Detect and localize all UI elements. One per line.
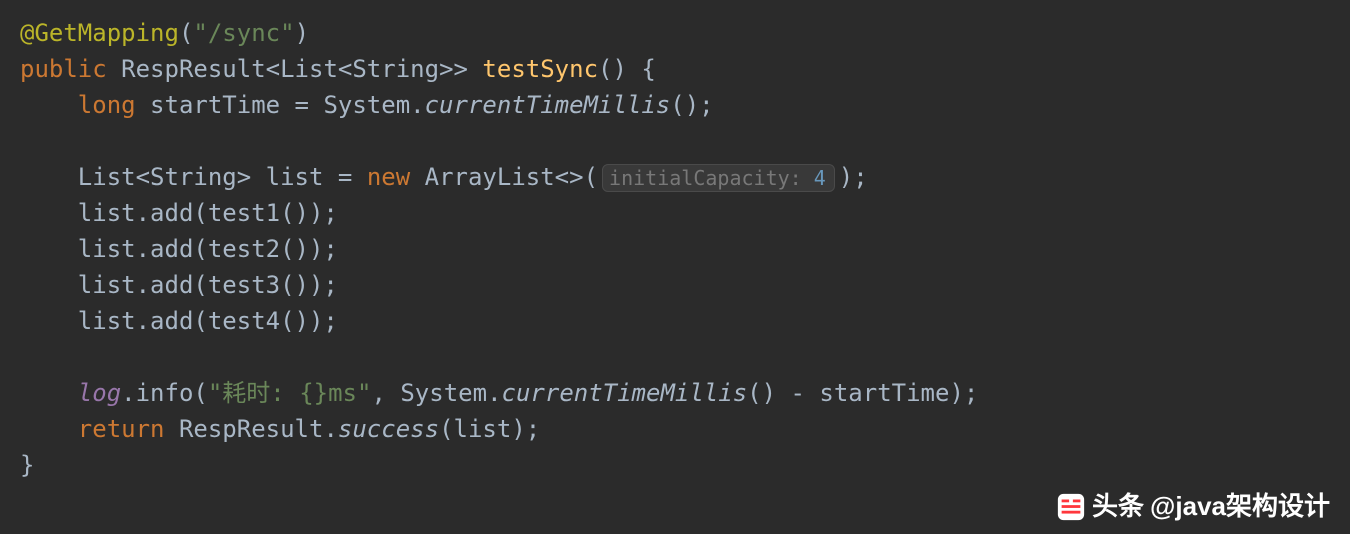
annotation-value: "/sync" <box>193 19 294 47</box>
code-line-list-decl: List<String> list = new ArrayList<>(init… <box>20 159 1330 195</box>
log-field: log <box>78 379 121 407</box>
code-line-blank2 <box>20 339 1330 375</box>
keyword-new: new <box>367 163 410 191</box>
code-line-close-brace: } <box>20 447 1330 483</box>
keyword-long: long <box>78 91 136 119</box>
watermark-text: @java架构设计 <box>1150 487 1330 526</box>
code-line-annotation: @GetMapping("/sync") <box>20 15 1330 51</box>
code-line-log: log.info("耗时: {}ms", System.currentTimeM… <box>20 375 1330 411</box>
parameter-hint: initialCapacity: 4 <box>602 164 835 192</box>
keyword-return: return <box>78 415 165 443</box>
code-line-starttime: long startTime = System.currentTimeMilli… <box>20 87 1330 123</box>
toutiao-logo-icon <box>1056 492 1086 522</box>
code-line-add2: list.add(test2()); <box>20 231 1330 267</box>
code-line-add1: list.add(test1()); <box>20 195 1330 231</box>
watermark-prefix: 头条 <box>1092 487 1144 526</box>
code-line-method-signature: public RespResult<List<String>> testSync… <box>20 51 1330 87</box>
code-line-blank <box>20 123 1330 159</box>
keyword-public: public <box>20 55 107 83</box>
code-line-return: return RespResult.success(list); <box>20 411 1330 447</box>
code-editor[interactable]: @GetMapping("/sync") public RespResult<L… <box>20 15 1330 483</box>
watermark: 头条 @java架构设计 <box>1056 487 1330 526</box>
code-line-add3: list.add(test3()); <box>20 267 1330 303</box>
annotation: @GetMapping <box>20 19 179 47</box>
method-name: testSync <box>482 55 598 83</box>
code-line-add4: list.add(test4()); <box>20 303 1330 339</box>
